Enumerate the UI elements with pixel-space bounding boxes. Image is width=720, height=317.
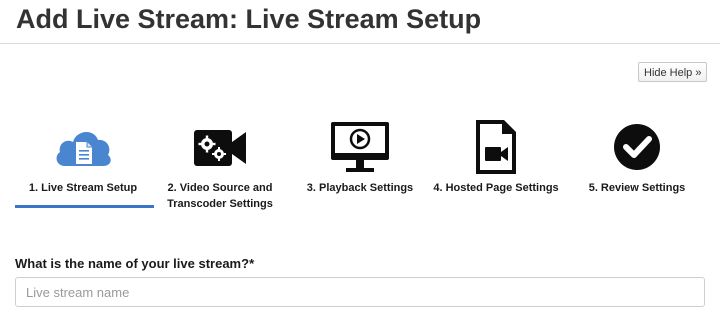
wizard-step-label: 5. Review Settings [588,182,686,194]
hide-help-button[interactable]: Hide Help » [638,62,708,82]
wizard-step-live-stream-setup[interactable]: 1. Live Stream Setup [8,118,158,196]
stream-name-input[interactable] [15,277,705,307]
wizard-step-video-source[interactable]: 2. Video Source and Transcoder Settings [145,118,295,212]
wizard-step-label: 2. Video Source and Transcoder Settings [167,182,273,210]
required-marker: * [249,256,255,271]
cloud-document-icon [56,131,111,166]
wizard-step-label: 1. Live Stream Setup [28,182,138,194]
wizard-step-label: 4. Hosted Page Settings [433,182,559,194]
wizard-step-hosted-page-settings[interactable]: 4. Hosted Page Settings [421,118,571,196]
wizard-step-label: 3. Playback Settings [306,182,414,194]
title-divider [0,43,720,44]
stream-name-label: What is the name of your live stream?* [15,256,255,271]
active-step-indicator [15,205,154,208]
video-file-icon [476,120,516,174]
monitor-play-icon [331,122,389,172]
video-camera-gears-icon [194,130,246,166]
wizard-step-review-settings[interactable]: 5. Review Settings [562,118,712,196]
wizard-step-playback-settings[interactable]: 3. Playback Settings [285,118,435,196]
check-circle-icon [614,124,660,170]
page-title: Add Live Stream: Live Stream Setup [16,4,482,34]
